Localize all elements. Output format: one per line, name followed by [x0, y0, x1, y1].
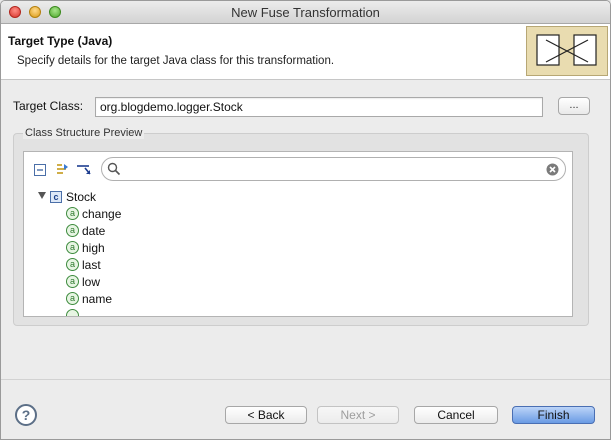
clear-search-icon[interactable]	[546, 163, 559, 179]
field-icon-partial	[66, 309, 79, 316]
search-input[interactable]	[122, 161, 542, 177]
expand-toggle-icon[interactable]	[38, 192, 46, 199]
field-icon: a	[66, 241, 79, 254]
page-description: Specify details for the target Java clas…	[17, 55, 335, 67]
tree-item-change[interactable]: change	[82, 206, 121, 222]
field-icon: a	[66, 275, 79, 288]
wizard-header: Target Type (Java) Specify details for t…	[1, 24, 610, 80]
link-with-editor-icon[interactable]	[76, 162, 92, 178]
tree-item-low[interactable]: low	[82, 274, 100, 290]
collapse-all-icon[interactable]	[33, 163, 49, 179]
cancel-button[interactable]: Cancel	[414, 406, 498, 424]
class-structure-label: Class Structure Preview	[23, 127, 145, 139]
footer-divider	[1, 379, 610, 380]
help-icon[interactable]: ?	[15, 404, 37, 426]
target-class-label: Target Class:	[13, 99, 84, 113]
tree-item-name[interactable]: name	[82, 291, 112, 307]
class-structure-preview: c Stock a change a date a high a last a …	[23, 151, 573, 317]
tree-item-date[interactable]: date	[82, 223, 105, 239]
tree-item-high[interactable]: high	[82, 240, 105, 256]
field-icon: a	[66, 224, 79, 237]
field-icon: a	[66, 258, 79, 271]
tree-root-stock[interactable]: Stock	[66, 189, 96, 205]
finish-button[interactable]: Finish	[512, 406, 595, 424]
search-icon	[107, 162, 121, 179]
title-bar[interactable]: New Fuse Transformation	[1, 1, 610, 24]
next-button[interactable]: Next >	[317, 406, 399, 424]
expand-all-icon[interactable]	[54, 162, 70, 178]
tree-item-last[interactable]: last	[82, 257, 101, 273]
transformation-banner-icon	[526, 26, 608, 76]
window-title: New Fuse Transformation	[231, 5, 380, 20]
field-icon: a	[66, 292, 79, 305]
page-title: Target Type (Java)	[8, 34, 113, 48]
wizard-window: New Fuse Transformation Target Type (Jav…	[0, 0, 611, 440]
field-icon: a	[66, 207, 79, 220]
back-button[interactable]: < Back	[225, 406, 307, 424]
target-class-input[interactable]	[95, 97, 543, 117]
class-search-field[interactable]	[101, 157, 566, 181]
browse-button[interactable]: ...	[558, 97, 590, 115]
class-icon: c	[50, 191, 62, 203]
